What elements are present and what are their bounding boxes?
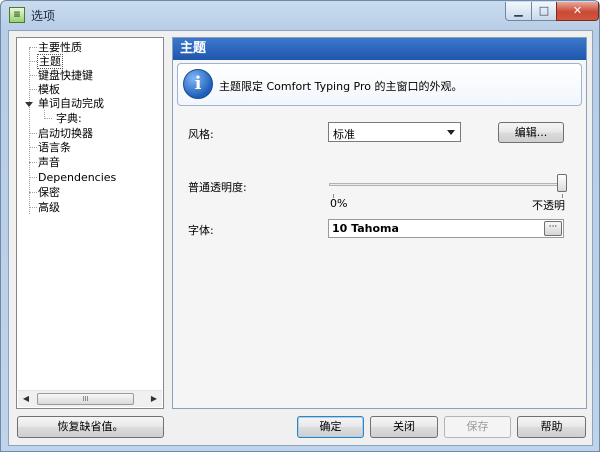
maximize-button[interactable]: □ (531, 2, 557, 21)
style-label: 风格: (188, 128, 214, 141)
tree-item-advanced[interactable]: 高级 (37, 200, 61, 215)
dialog-client-area: 主要性质 主题 键盘快捷键 模板 单词自动完成 字典: 启动切换器 语言条 声音… (8, 30, 593, 446)
tree-item-word-autocomplete[interactable]: 单词自动完成 (37, 96, 105, 111)
close-window-button[interactable]: ✕ (556, 2, 599, 21)
title-bar[interactable]: ≡ 选项 ▁ □ ✕ (1, 1, 599, 29)
tree-connector-line (29, 133, 37, 134)
tree-connector-line (29, 162, 37, 163)
window-title: 选项 (31, 9, 56, 23)
opacity-slider-thumb[interactable] (557, 174, 567, 192)
font-browse-button[interactable]: ··· (544, 221, 562, 236)
theme-settings-panel: 主题 i 主题限定 Comfort Typing Pro 的主窗口的外观。 风格… (172, 37, 587, 409)
opacity-max-label: 不透明 (532, 199, 565, 212)
font-field[interactable]: 10 Tahoma ··· (328, 219, 564, 238)
tree-item-language-bar[interactable]: 语言条 (37, 140, 72, 155)
tree-item-startup-switcher[interactable]: 启动切换器 (37, 126, 94, 141)
save-button[interactable]: 保存 (444, 416, 511, 438)
opacity-slider-track[interactable] (329, 183, 563, 186)
tree-connector-line (29, 61, 37, 62)
ok-button[interactable]: 确定 (297, 416, 364, 438)
tree-connector-line (29, 75, 37, 76)
style-dropdown[interactable]: 标准 (328, 122, 461, 142)
info-text: 主题限定 Comfort Typing Pro 的主窗口的外观。 (219, 80, 463, 93)
options-window: ≡ 选项 ▁ □ ✕ 主要性质 主题 键盘快捷键 模板 单词自动完成 字典: 启… (0, 0, 600, 452)
opacity-min-label: 0% (330, 197, 348, 210)
tree-item-keyboard-shortcuts[interactable]: 键盘快捷键 (37, 68, 94, 83)
opacity-label: 普通透明度: (188, 181, 247, 194)
info-box: i 主题限定 Comfort Typing Pro 的主窗口的外观。 (177, 63, 582, 106)
tree-item-privacy[interactable]: 保密 (37, 185, 61, 200)
options-tree[interactable]: 主要性质 主题 键盘快捷键 模板 单词自动完成 字典: 启动切换器 语言条 声音… (16, 37, 164, 409)
tree-connector-line (29, 48, 30, 214)
tree-connector-line (44, 118, 52, 119)
restore-defaults-button[interactable]: 恢复缺省值。 (17, 416, 164, 438)
style-dropdown-value: 标准 (333, 128, 355, 141)
tree-item-sounds[interactable]: 声音 (37, 155, 61, 170)
tree-connector-line (29, 192, 37, 193)
options-app-icon: ≡ (9, 7, 25, 23)
font-value: 10 Tahoma (332, 222, 399, 235)
scroll-right-arrow-icon[interactable]: ▶ (149, 394, 159, 404)
close-button[interactable]: 关闭 (370, 416, 438, 438)
tree-connector-line (29, 207, 37, 208)
tree-connector-line (29, 47, 37, 48)
tree-item-dictionaries[interactable]: 字典: (55, 111, 83, 126)
info-icon: i (183, 69, 213, 99)
minimize-button[interactable]: ▁ (505, 2, 532, 21)
edit-button[interactable]: 编辑... (498, 122, 564, 143)
tree-horizontal-scrollbar[interactable]: ◀ III ▶ (18, 390, 162, 407)
tree-connector-line (29, 147, 37, 148)
scroll-left-arrow-icon[interactable]: ◀ (21, 394, 31, 404)
panel-header: 主题 (173, 38, 586, 60)
tree-item-dependencies[interactable]: Dependencies (37, 170, 117, 185)
tree-item-theme[interactable]: 主题 (37, 54, 63, 69)
scrollbar-thumb[interactable]: III (37, 393, 134, 405)
tree-item-templates[interactable]: 模板 (37, 82, 61, 97)
help-button[interactable]: 帮助 (517, 416, 586, 438)
tree-item-main-properties[interactable]: 主要性质 (37, 40, 83, 55)
font-label: 字体: (188, 224, 214, 237)
chevron-down-icon[interactable] (447, 130, 455, 135)
tree-connector-line (29, 89, 37, 90)
tree-connector-line (29, 177, 37, 178)
collapse-arrow-icon[interactable] (25, 102, 33, 107)
